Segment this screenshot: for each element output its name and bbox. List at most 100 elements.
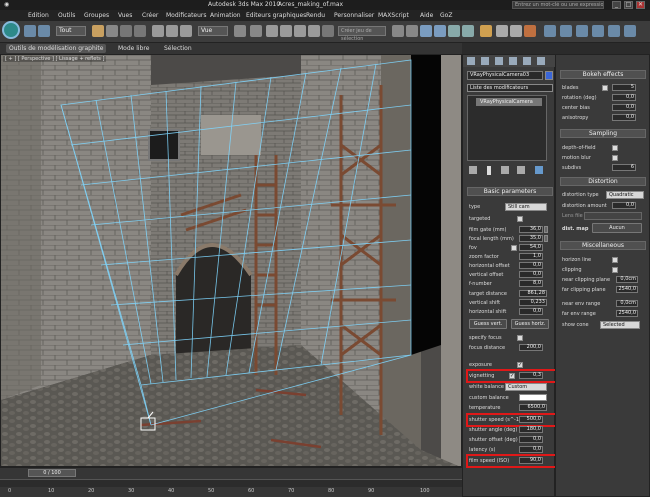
reference-coord-dropdown[interactable]: Vue (198, 26, 228, 36)
motion-blur-checkbox[interactable] (612, 155, 618, 161)
toolbar-extra-icon-4[interactable] (592, 25, 604, 37)
distortion-type-dropdown[interactable]: Quadratic (606, 191, 644, 199)
named-selection-dropdown[interactable]: Créer jeu de sélection (338, 26, 386, 42)
blades-input[interactable]: 5 (612, 84, 636, 91)
vertical-shift-input[interactable]: 0,233 (519, 299, 547, 306)
toolbar-extra-icon-5[interactable] (608, 25, 620, 37)
render-setup-icon[interactable] (496, 25, 508, 37)
create-tab-icon[interactable] (467, 57, 475, 65)
anisotropy-input[interactable]: 0,0 (612, 114, 636, 121)
motion-tab-icon[interactable] (509, 57, 517, 65)
latency-input[interactable]: 0,0 (519, 446, 543, 453)
film-gate-input[interactable]: 36,0 (519, 226, 543, 233)
targeted-checkbox[interactable] (517, 216, 523, 222)
horizontal-shift-input[interactable]: 0,0 (519, 308, 543, 315)
blades-checkbox[interactable] (602, 85, 608, 91)
track-bar[interactable] (0, 479, 462, 487)
utilities-tab-icon[interactable] (537, 57, 545, 65)
material-editor-icon[interactable] (480, 25, 492, 37)
display-tab-icon[interactable] (523, 57, 531, 65)
time-slider[interactable]: 0 / 100 (28, 469, 76, 477)
pin-stack-icon[interactable] (469, 166, 477, 174)
dist-map-button[interactable]: Aucun (592, 223, 642, 233)
pivot-icon[interactable] (234, 25, 246, 37)
rendered-frame-icon[interactable] (510, 25, 522, 37)
mirror-icon[interactable] (392, 25, 404, 37)
menu-item-goz[interactable]: GoZ (440, 12, 452, 19)
exposure-checkbox[interactable]: ✓ (517, 362, 523, 368)
snap-icon[interactable] (266, 25, 278, 37)
fov-input[interactable]: 54,0 (519, 244, 543, 251)
object-name-field[interactable]: VRayPhysicalCamera03 (467, 71, 543, 80)
modifier-stack[interactable]: VRayPhysicalCamera (467, 95, 547, 161)
dof-checkbox[interactable] (612, 145, 618, 151)
tab-selection[interactable]: Sélection (164, 45, 192, 52)
modifier-stack-item[interactable]: VRayPhysicalCamera (476, 98, 542, 106)
rotation-input[interactable]: 0,0 (612, 94, 636, 101)
shutter-offset-input[interactable]: 0,0 (519, 436, 543, 443)
scale-icon[interactable] (180, 25, 192, 37)
menu-item-rendu[interactable]: Rendu (306, 12, 325, 19)
object-color-swatch[interactable] (545, 71, 553, 80)
show-cone-dropdown[interactable]: Selected (600, 321, 640, 329)
selection-region-icon[interactable] (120, 25, 132, 37)
menu-item-editeurs-graphiques[interactable]: Editeurs graphiques (246, 12, 306, 19)
menu-item-outils[interactable]: Outils (58, 12, 75, 19)
timeline[interactable]: 0 / 100 0 10 20 30 40 50 60 70 80 90 100 (0, 467, 462, 497)
hierarchy-tab-icon[interactable] (495, 57, 503, 65)
viewport-label[interactable]: [ + ] [ Perspective ] [ Lissage + reflet… (3, 56, 107, 62)
custom-balance-swatch[interactable] (519, 394, 547, 401)
curve-editor-icon[interactable] (448, 25, 460, 37)
f-number-input[interactable]: 8,0 (519, 280, 543, 287)
align-icon[interactable] (406, 25, 418, 37)
minimize-button[interactable]: _ (612, 1, 621, 9)
menu-item-creer[interactable]: Créer (142, 12, 158, 19)
modifier-list-dropdown[interactable]: Liste des modificateurs (467, 84, 553, 92)
perspective-viewport[interactable]: [ + ] [ Perspective ] [ Lissage + reflet… (0, 54, 462, 467)
rollout-title-bokeh[interactable]: Bokeh effects (560, 70, 646, 79)
vertical-offset-input[interactable]: 0,0 (519, 271, 543, 278)
menu-item-personnaliser[interactable]: Personnaliser (334, 12, 374, 19)
guess-vert-button[interactable]: Guess vert. (469, 319, 507, 329)
select-object-icon[interactable] (92, 25, 104, 37)
rollout-title-distortion[interactable]: Distortion (560, 177, 646, 186)
white-balance-dropdown[interactable]: Custom (505, 383, 547, 391)
toolbar-extra-icon-2[interactable] (560, 25, 572, 37)
temperature-input[interactable]: 6500,0 (519, 404, 547, 411)
schematic-view-icon[interactable] (462, 25, 474, 37)
toolbar-extra-icon-6[interactable] (624, 25, 636, 37)
modify-tab-icon[interactable] (481, 57, 489, 65)
focal-length-spinner[interactable] (544, 235, 548, 242)
spinner-snap-icon[interactable] (308, 25, 320, 37)
rollout-title-miscellaneous[interactable]: Miscellaneous (560, 241, 646, 250)
menu-item-vues[interactable]: Vues (118, 12, 132, 19)
film-gate-spinner[interactable] (544, 226, 548, 233)
redo-icon[interactable] (38, 25, 50, 37)
tab-freeform[interactable]: Mode libre (118, 45, 149, 52)
clipping-checkbox[interactable] (612, 267, 618, 273)
edit-named-selection-icon[interactable] (322, 25, 334, 37)
center-bias-input[interactable]: 0,0 (612, 104, 636, 111)
menu-item-modificateurs[interactable]: Modificateurs (166, 12, 207, 19)
menu-item-groupes[interactable]: Groupes (84, 12, 109, 19)
horizontal-offset-input[interactable]: 0,0 (519, 262, 543, 269)
fov-checkbox[interactable] (511, 245, 517, 251)
distortion-amount-input[interactable]: 0,0 (612, 202, 636, 209)
show-end-result-icon[interactable] (487, 166, 491, 175)
close-button[interactable]: ✕ (636, 1, 645, 9)
far-env-input[interactable]: 2540,0 (616, 310, 638, 317)
rollout-title-sampling[interactable]: Sampling (560, 129, 646, 138)
configure-modifier-sets-icon[interactable] (535, 166, 543, 174)
menu-item-aide[interactable]: Aide (420, 12, 433, 19)
undo-icon[interactable] (24, 25, 36, 37)
far-clip-input[interactable]: 2540,0 (616, 286, 638, 293)
search-input[interactable]: Entrez un mot-clé ou une expression (512, 1, 604, 9)
menu-item-animation[interactable]: Animation (210, 12, 241, 19)
shutter-angle-input[interactable]: 180,0 (519, 426, 543, 433)
horizon-line-checkbox[interactable] (612, 257, 618, 263)
near-clip-input[interactable]: 0,0cm (616, 276, 638, 283)
guess-horiz-button[interactable]: Guess horiz. (511, 319, 549, 329)
tab-graphite-modeling[interactable]: Outils de modélisation graphite (6, 44, 107, 53)
make-unique-icon[interactable] (501, 166, 509, 174)
camera-type-dropdown[interactable]: Still cam (505, 203, 547, 211)
